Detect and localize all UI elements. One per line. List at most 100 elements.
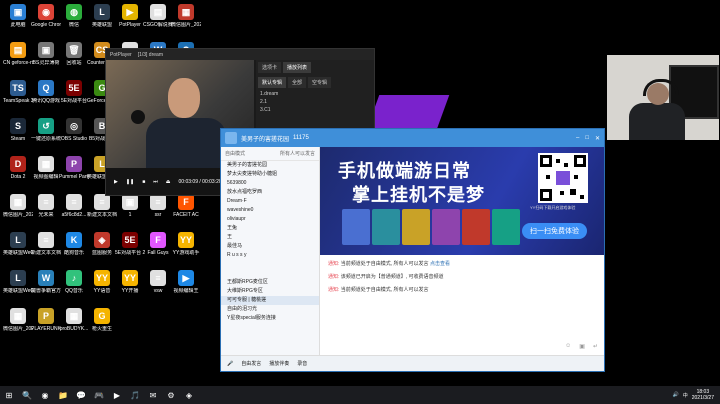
desktop-icon[interactable]: ≡ vsw xyxy=(144,270,172,294)
desktop-icon[interactable]: ▦ proBUDYK... xyxy=(60,308,88,332)
desktop-icon[interactable]: ↺ 一键还原系统 xyxy=(31,118,61,142)
room-list-item[interactable]: 王 xyxy=(221,233,319,242)
taskbar-app-icon[interactable]: 📁 xyxy=(56,388,70,402)
desktop-icon[interactable]: ◍ 微信 xyxy=(60,4,88,28)
free-speak-button[interactable]: 自由发言 xyxy=(241,360,261,367)
mic-toggle-icon[interactable]: 🎤 xyxy=(227,361,233,367)
desktop-icon[interactable]: L 英雄联盟WeGame版 xyxy=(3,270,33,294)
tab-playlist[interactable]: 播放列表 xyxy=(283,62,312,73)
room-list-item[interactable]: 最佳马 xyxy=(221,242,319,251)
desktop-icon[interactable]: TS TeamSpeak 3 Client xyxy=(3,80,33,104)
taskbar-app-icon[interactable]: ✉ xyxy=(146,388,160,402)
taskbar-app-icon[interactable]: ▶ xyxy=(110,388,124,402)
maximize-icon[interactable]: □ xyxy=(585,135,589,142)
desktop-icon[interactable]: ▶ PotPlayer xyxy=(116,4,144,28)
taskbar-app-icon[interactable]: 🎮 xyxy=(92,388,106,402)
desktop-icon[interactable]: YY YY开播 xyxy=(116,270,144,294)
desktop-icon[interactable]: ◉ Google Chrome xyxy=(31,4,61,28)
desktop-icon[interactable]: S Steam xyxy=(4,118,32,142)
room-list-item[interactable]: 王兔 xyxy=(221,224,319,233)
playlist-item[interactable]: 1.dream xyxy=(256,90,374,98)
desktop-icon[interactable]: ▤ CN geforce-rt... xyxy=(3,42,33,66)
room-list-item[interactable]: waveshine0 xyxy=(221,206,319,215)
desktop-icon[interactable]: Q 腾讯QQ游戏 xyxy=(32,80,60,104)
room-list-item[interactable]: 大维斯RPG专区 xyxy=(221,287,319,296)
desktop-icon[interactable]: L 英雄联盟WeGame版 xyxy=(3,232,33,256)
accompaniment-button[interactable]: 播放伴奏 xyxy=(269,360,289,367)
desktop-icon[interactable]: ▣ BS灵异薄荷 xyxy=(32,42,60,66)
volume-tray-icon[interactable]: 🔊 xyxy=(673,392,679,398)
taskbar-app-icon[interactable]: 💬 xyxy=(74,388,88,402)
desktop-icon[interactable]: D Dota 2 xyxy=(4,156,32,180)
desktop-icon[interactable]: F FACEIT AC xyxy=(172,194,200,218)
room-list-item[interactable]: 自由的泪习光 xyxy=(221,305,319,314)
playlist-item[interactable]: 3.C1 xyxy=(256,106,374,114)
desktop-icon[interactable]: F Fall Guys xyxy=(144,232,172,256)
room-list-item[interactable]: R u s s y xyxy=(221,251,319,260)
desktop-icon[interactable]: ▦ 微信图片_2020111... xyxy=(3,194,33,218)
desktop-icon[interactable]: ▦ 视频图编辑 xyxy=(32,156,60,180)
desktop-icon[interactable]: ▣ 1 xyxy=(116,194,144,218)
emoji-icon[interactable]: ☺ xyxy=(565,343,571,349)
room-list-item[interactable]: Dream·F xyxy=(221,197,319,206)
room-list-item[interactable]: 可可专服 | 糖桃搓 xyxy=(221,296,319,305)
desktop-icon[interactable]: 5E 5E对战平台 xyxy=(60,80,88,104)
clock[interactable]: 18:03 2021/3/27 xyxy=(692,389,714,401)
desktop-icon[interactable]: ▦ 微信图片_2020102... xyxy=(3,308,33,332)
desktop-icon[interactable]: G 枪火重生 xyxy=(88,308,116,332)
desktop-icon[interactable]: ≡ ssr xyxy=(144,194,172,218)
taskbar-app-icon[interactable]: ⚙ xyxy=(164,388,178,402)
next-icon[interactable]: ⏭ xyxy=(153,179,158,185)
taskbar-app-icon[interactable]: ◈ xyxy=(182,388,196,402)
playlist-item[interactable]: 2.1 xyxy=(256,98,374,106)
desktop-icon[interactable]: P Pummel Party xyxy=(59,156,89,180)
room-list-item[interactable]: Y星夜special服务连接 xyxy=(221,314,319,323)
playlist-tab-empty[interactable]: 空专辑 xyxy=(308,77,332,88)
desktop-icon[interactable]: YY YY游戏助手 xyxy=(172,232,200,256)
mode-label[interactable]: 自由模式 xyxy=(225,150,245,157)
taskbar-app-icon[interactable]: ◉ xyxy=(38,388,52,402)
desktop-icon[interactable]: W 魔兽争霸官方对战平台 xyxy=(31,270,61,294)
potplayer-titlebar[interactable]: PotPlayer [1/3] dream xyxy=(106,49,374,60)
yy-header[interactable]: 美男子的害搓花园 11175 – □ ✕ xyxy=(221,129,604,147)
room-list-item[interactable] xyxy=(221,269,319,278)
playlist-tab-all[interactable]: 全部 xyxy=(288,77,307,88)
desktop-icon[interactable]: ≡ 新建文本文档(4) xyxy=(87,194,117,218)
speech-mode[interactable]: 所有人可以发言 xyxy=(280,150,315,157)
play-icon[interactable]: ▶ xyxy=(114,179,118,185)
record-button[interactable]: 录音 xyxy=(297,360,307,367)
room-list-item[interactable]: 美男子的害搓花园 xyxy=(221,161,319,170)
taskbar-app-icon[interactable]: 🎵 xyxy=(128,388,142,402)
desktop-icon[interactable]: 5E 5E对战平台 2.0 xyxy=(115,232,145,256)
yy-window[interactable]: 美男子的害搓花园 11175 – □ ✕ 自由模式 所有人可以发言 美男子的害搓… xyxy=(220,128,605,372)
notice-link[interactable]: 点击查看 xyxy=(430,261,450,267)
desktop-icon[interactable]: ◎ OBS Studio xyxy=(60,118,88,142)
ime-indicator[interactable]: 中 xyxy=(683,392,688,399)
desktop-icon[interactable]: ▦ 微信图片_2020122... xyxy=(171,4,201,28)
close-icon[interactable]: ✕ xyxy=(595,135,600,142)
stop-icon[interactable]: ■ xyxy=(142,179,145,185)
scan-cta-button[interactable]: 扫一扫免费体验 xyxy=(522,223,587,239)
desktop-icon[interactable]: P PLAYERUNKNOWN'S BATTLEGR... xyxy=(31,308,61,332)
room-list-item[interactable]: 放水点福吃罗西 xyxy=(221,188,319,197)
desktop-icon[interactable]: L 英雄联盟 xyxy=(88,4,116,28)
playlist-tab-default[interactable]: 默认专辑 xyxy=(258,77,287,88)
pause-icon[interactable]: ❚❚ xyxy=(126,179,134,185)
desktop-icon[interactable]: ◈ 蓝图服务 xyxy=(88,232,116,256)
desktop-icon[interactable]: ≡ 光未来 xyxy=(32,194,60,218)
image-icon[interactable]: ▣ xyxy=(579,343,585,350)
desktop-icon[interactable]: K 酷狗音乐 xyxy=(60,232,88,256)
tab-options[interactable]: 选项卡 xyxy=(258,62,282,73)
open-icon[interactable]: ⏏ xyxy=(166,179,171,185)
desktop-icon[interactable]: ▤ CSGO解说赛才 xyxy=(143,4,173,28)
desktop-icon[interactable]: ▶ 视频编辑王 xyxy=(172,270,200,294)
room-list-item[interactable]: 梦太尖麦搓特助小糖姐 xyxy=(221,170,319,179)
ad-banner[interactable]: 手机做端游日常 掌上挂机不是梦 YY扫码下载开启游戏体验 扫一扫免费体验 xyxy=(320,147,604,255)
room-list-item[interactable]: oliviaupr xyxy=(221,215,319,224)
minimize-icon[interactable]: – xyxy=(576,135,579,142)
desktop-icon[interactable]: ≡ 新建文本文档(5) xyxy=(31,232,61,256)
send-icon[interactable]: ↵ xyxy=(593,343,598,350)
desktop-icon[interactable]: YY YY语音 xyxy=(88,270,116,294)
desktop-icon[interactable]: ≡ a5f6c8d2... xyxy=(60,194,88,218)
desktop-icon[interactable]: ♪ QQ音乐 xyxy=(60,270,88,294)
